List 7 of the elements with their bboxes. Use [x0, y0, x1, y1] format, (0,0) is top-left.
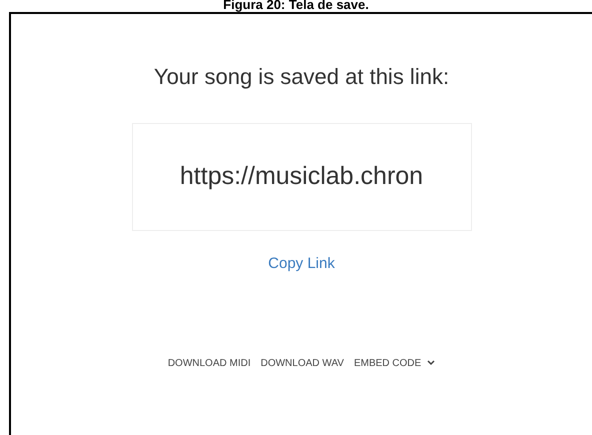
- save-heading: Your song is saved at this link:: [154, 63, 450, 91]
- caret-icon: [427, 360, 436, 366]
- download-button[interactable]: DOWNLOAD WAV: [260, 356, 344, 370]
- download-button[interactable]: DOWNLOAD MIDI: [168, 356, 251, 370]
- embed-code-dropdown[interactable]: EMBED CODE: [354, 356, 436, 370]
- copy-link[interactable]: Copy Link: [268, 253, 335, 276]
- link-field[interactable]: https://musiclab.chron: [132, 123, 472, 231]
